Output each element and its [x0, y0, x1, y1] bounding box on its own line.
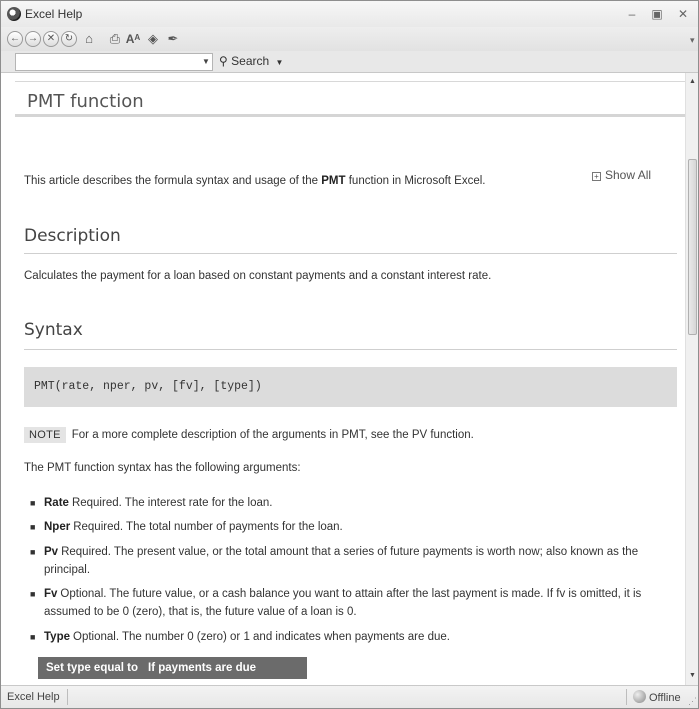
syntax-code: PMT(rate, nper, pv, [fv], [type]) — [34, 380, 262, 393]
table-of-contents-icon[interactable]: ◈ — [145, 31, 161, 47]
toolbar: ← → ✕ ↻ ⌂ ⎙ Aᴬ ◈ ✒ ▾ — [1, 27, 698, 51]
argument-name: Fv — [44, 588, 58, 600]
intro-pre: This article describes the formula synta… — [24, 175, 322, 187]
show-all-link[interactable]: + Show All — [592, 168, 651, 182]
refresh-icon[interactable]: ↻ — [61, 31, 77, 47]
toolbar-overflow-icon[interactable]: ▾ — [690, 35, 696, 49]
page-title: PMT function — [27, 91, 144, 112]
type-table-header-col2: If payments are due — [148, 662, 257, 674]
status-bar: Excel Help Offline ⋰ — [1, 685, 698, 708]
argument-text: Optional. The number 0 (zero) or 1 and i… — [73, 631, 450, 643]
stop-icon[interactable]: ✕ — [43, 31, 59, 47]
minimize-icon[interactable]: – — [622, 6, 642, 22]
argument-text: Optional. The future value, or a cash ba… — [44, 588, 642, 618]
scroll-up-icon[interactable]: ▲ — [686, 75, 698, 89]
search-button[interactable]: ⚲ Search ▼ — [219, 54, 283, 70]
forward-icon[interactable]: → — [25, 31, 41, 47]
note-label: NOTE — [24, 427, 66, 443]
intro-text: This article describes the formula synta… — [24, 175, 486, 187]
title-bar: Excel Help – ▣ ✕ — [1, 1, 698, 27]
bullet-icon: ■ — [30, 522, 36, 532]
connection-status-button[interactable]: Offline — [633, 690, 681, 704]
keep-on-top-icon[interactable]: ✒ — [165, 31, 181, 47]
argument-text: Required. The total number of payments f… — [73, 521, 343, 533]
type-table-header-col1: Set type equal to — [46, 662, 139, 674]
bullet-icon: ■ — [30, 547, 36, 557]
globe-icon — [633, 690, 646, 703]
note: NOTE For a more complete description of t… — [24, 427, 474, 443]
syntax-code-box: PMT(rate, nper, pv, [fv], [type]) — [24, 367, 677, 407]
resize-grip-icon[interactable]: ⋰ — [688, 696, 697, 707]
search-scope-dropdown-icon[interactable]: ▼ — [201, 55, 211, 69]
argument-fv: ■ Fv Optional. The future value, or a cas… — [24, 585, 674, 621]
argument-pv: ■ Pv Required. The present value, or the … — [24, 543, 674, 579]
page-title-band: PMT function — [15, 81, 685, 117]
maximize-icon[interactable]: ▣ — [647, 6, 667, 22]
show-all-label: Show All — [605, 168, 652, 182]
argument-name: Pv — [44, 546, 59, 558]
bullet-icon: ■ — [30, 589, 36, 599]
print-icon[interactable]: ⎙ — [107, 31, 123, 47]
argument-name: Rate — [44, 497, 69, 509]
close-icon[interactable]: ✕ — [673, 6, 693, 22]
search-input[interactable] — [15, 53, 213, 71]
connection-status-label: Offline — [649, 692, 681, 704]
intro-function-name: PMT — [321, 175, 346, 187]
argument-rate: ■ Rate Required. The interest rate for th… — [24, 494, 674, 512]
argument-type: ■ Type Optional. The number 0 (zero) or 1… — [24, 628, 674, 646]
argument-name: Nper — [44, 521, 71, 533]
description-rule — [24, 253, 677, 254]
syntax-rule — [24, 349, 677, 350]
argument-name: Type — [44, 631, 70, 643]
search-bar: ▼ ⚲ Search ▼ — [1, 51, 698, 73]
font-size-icon[interactable]: Aᴬ — [125, 31, 141, 47]
scrollbar-thumb[interactable] — [688, 159, 697, 335]
search-button-label: Search — [231, 54, 270, 68]
vertical-scrollbar[interactable]: ▲ ≡ ▼ — [685, 73, 698, 685]
chevron-down-icon: ▼ — [275, 58, 284, 67]
article-content: PMT function + Show All This article desc… — [1, 73, 685, 685]
window-title: Excel Help — [25, 7, 83, 21]
expand-icon: + — [592, 172, 601, 181]
argument-nper: ■ Nper Required. The total number of paym… — [24, 518, 674, 536]
search-icon: ⚲ — [219, 54, 228, 68]
intro-post: function in Microsoft Excel. — [345, 175, 486, 187]
argument-text: Required. The interest rate for the loan… — [71, 497, 273, 509]
back-icon[interactable]: ← — [7, 31, 23, 47]
status-text: Excel Help — [7, 691, 60, 703]
type-table-header: Set type equal to If payments are due — [38, 657, 307, 679]
note-text: For a more complete description of the a… — [71, 429, 474, 441]
description-heading: Description — [24, 226, 121, 246]
syntax-heading: Syntax — [24, 320, 83, 340]
args-intro: The PMT function syntax has the followin… — [24, 462, 301, 474]
description-text: Calculates the payment for a loan based … — [24, 270, 492, 282]
help-app-icon — [7, 7, 21, 21]
home-icon[interactable]: ⌂ — [81, 31, 97, 47]
scroll-down-icon[interactable]: ▼ — [686, 669, 698, 683]
status-divider — [67, 689, 68, 705]
bullet-icon: ■ — [30, 632, 36, 642]
status-divider — [626, 689, 627, 705]
argument-text: Required. The present value, or the tota… — [44, 546, 639, 576]
excel-help-window: Excel Help – ▣ ✕ ← → ✕ ↻ ⌂ ⎙ Aᴬ ◈ ✒ ▾ ▼ … — [0, 0, 699, 709]
bullet-icon: ■ — [30, 498, 36, 508]
